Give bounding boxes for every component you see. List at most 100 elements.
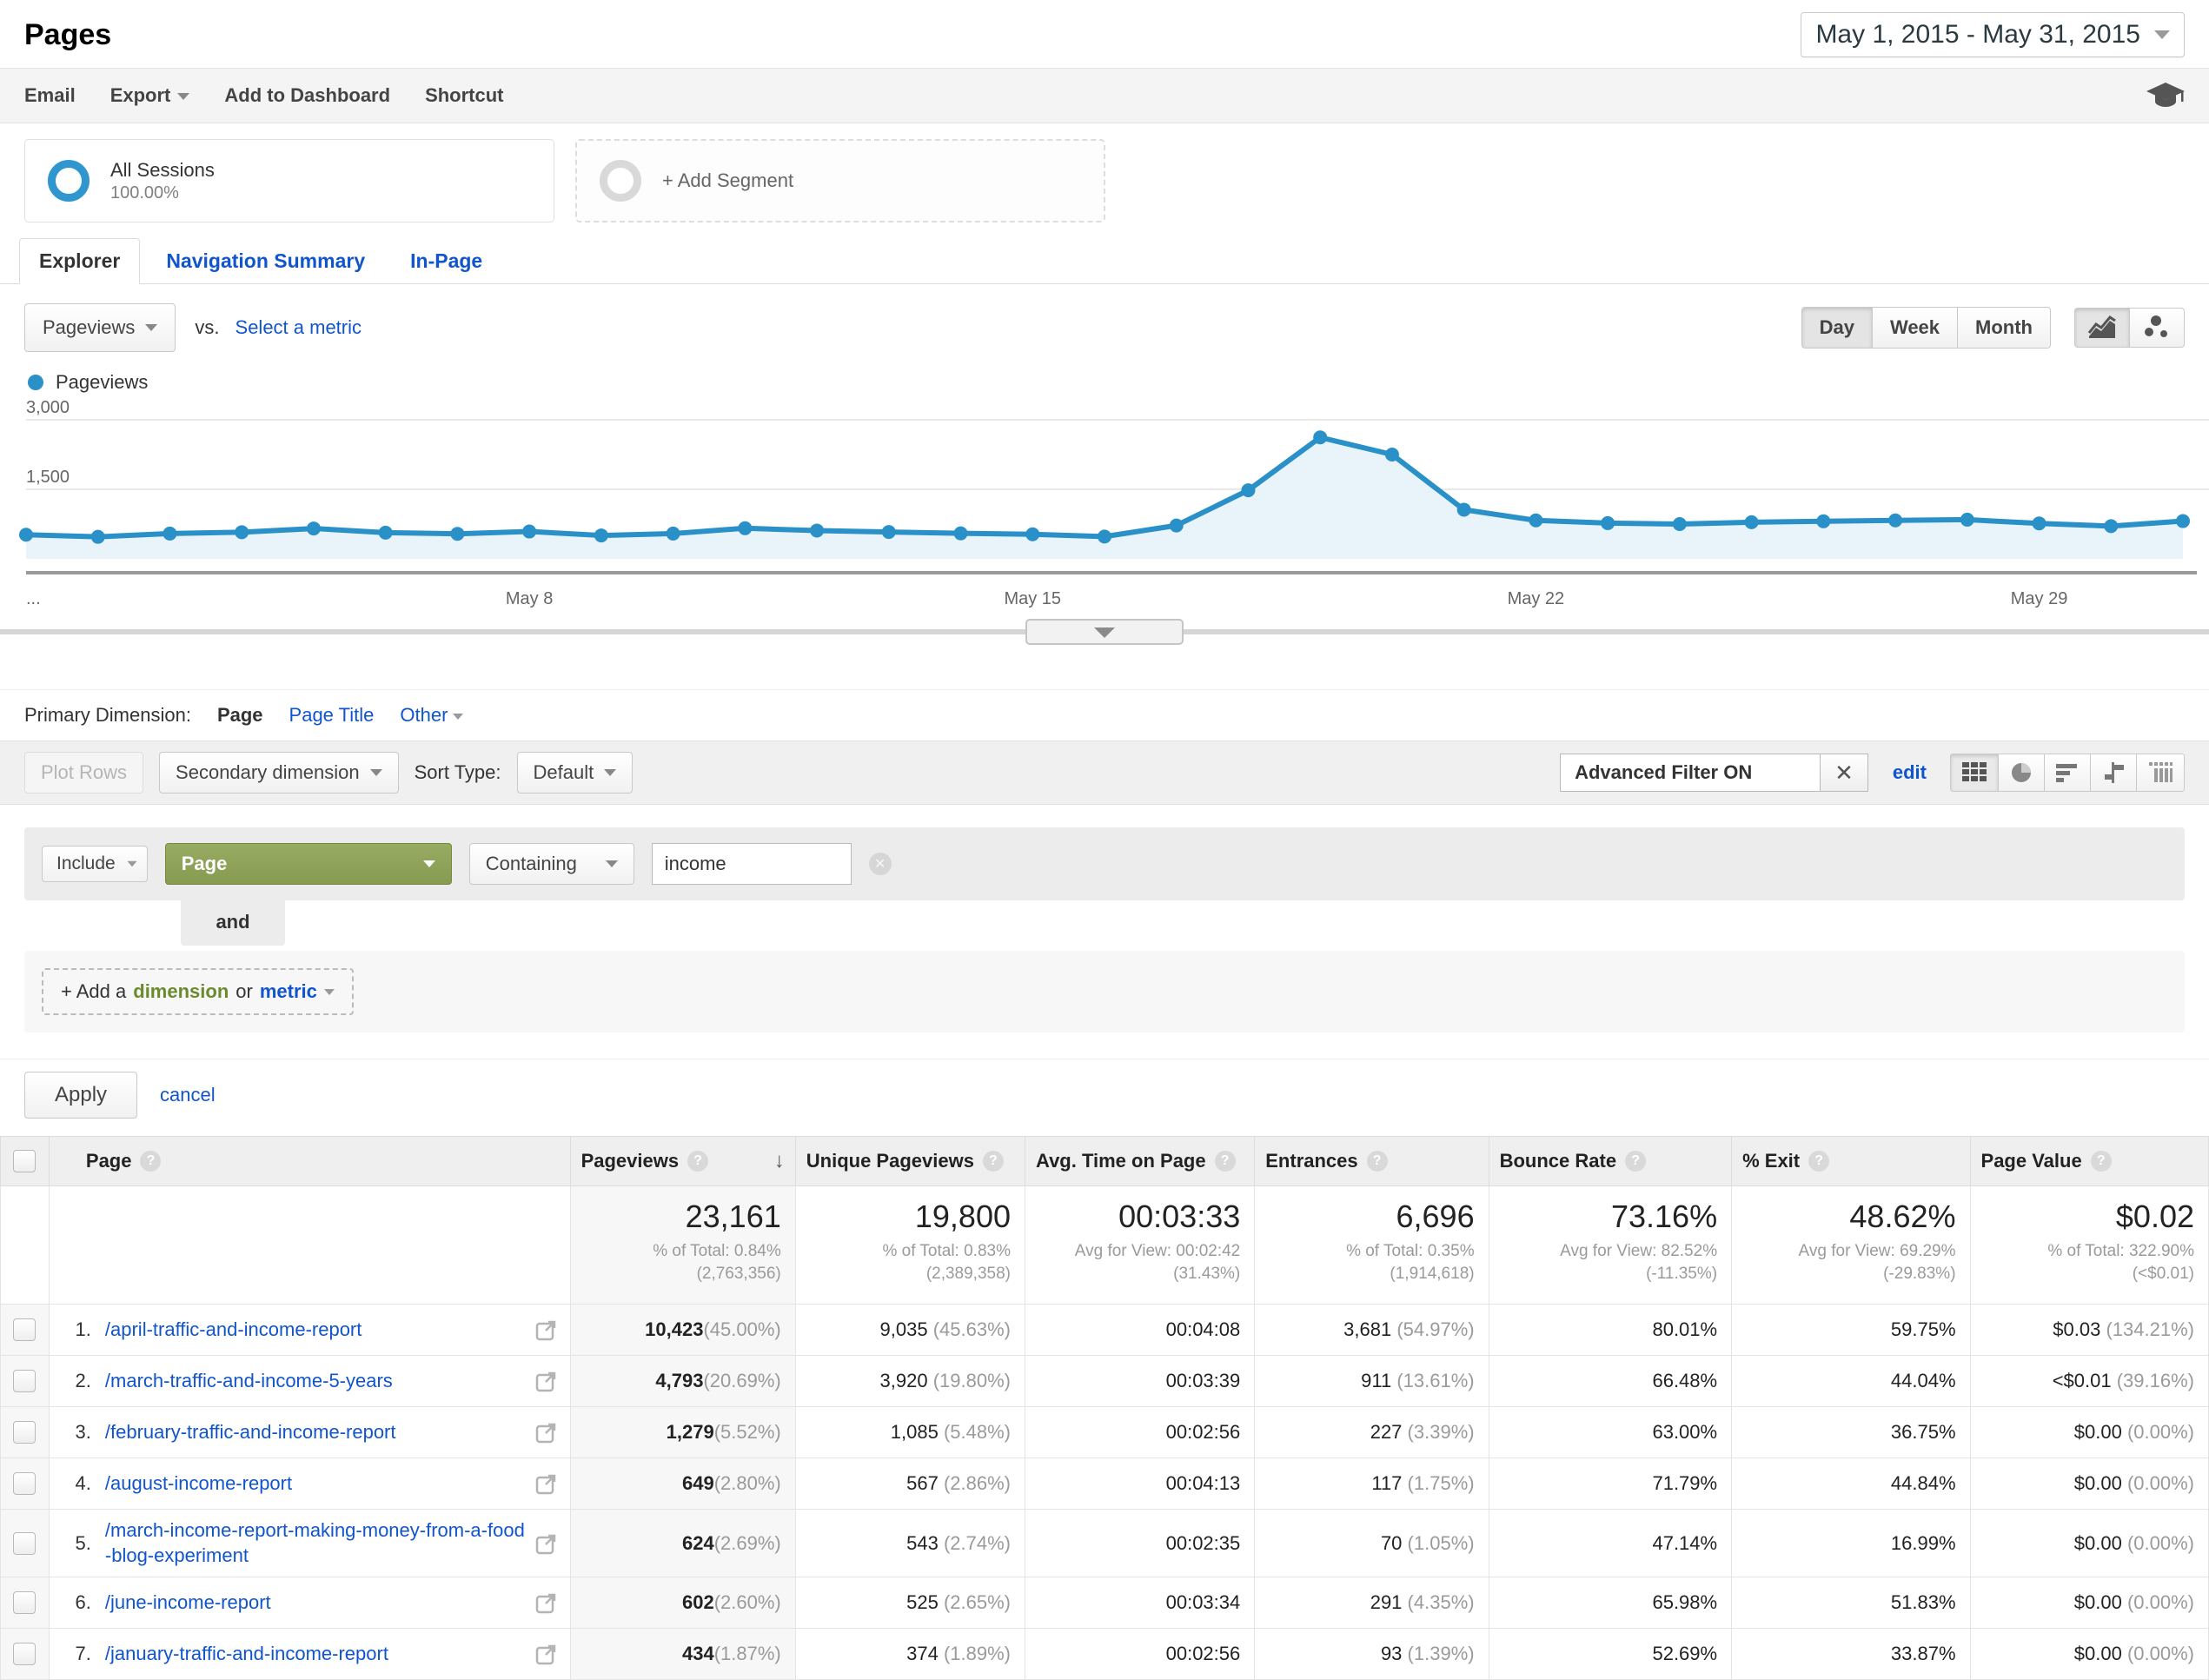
row-checkbox[interactable]: [13, 1643, 36, 1665]
metric-selector[interactable]: Pageviews: [24, 303, 176, 352]
open-page-external-icon[interactable]: [535, 1643, 558, 1665]
help-icon[interactable]: ?: [687, 1151, 708, 1172]
add-dimension-or-metric-button[interactable]: + Add a dimension or metric: [42, 968, 354, 1015]
help-icon[interactable]: ?: [983, 1151, 1004, 1172]
cell-bounce: 80.01%: [1489, 1305, 1732, 1356]
data-table-view-button[interactable]: [1950, 754, 1999, 792]
col-header-avg-time[interactable]: Avg. Time on Page?: [1025, 1137, 1255, 1186]
email-button[interactable]: Email: [24, 84, 76, 107]
open-page-external-icon[interactable]: [535, 1532, 558, 1555]
row-checkbox[interactable]: [13, 1318, 36, 1341]
select-metric-link[interactable]: Select a metric: [235, 316, 362, 339]
page-link[interactable]: /june-income-report: [105, 1590, 271, 1616]
edit-filter-link[interactable]: edit: [1893, 761, 1927, 784]
col-header-page[interactable]: Page?: [49, 1137, 570, 1186]
cell-bounce: 52.69%: [1489, 1629, 1732, 1680]
open-page-external-icon[interactable]: [535, 1370, 558, 1392]
secondary-dimension-selector[interactable]: Secondary dimension: [159, 752, 399, 794]
cell-exit: 16.99%: [1732, 1510, 1970, 1577]
tab-explorer[interactable]: Explorer: [19, 238, 140, 284]
col-header-exit[interactable]: % Exit?: [1732, 1137, 1970, 1186]
cell-unique: 374 (1.89%): [795, 1629, 1025, 1680]
tab-navigation-summary[interactable]: Navigation Summary: [147, 239, 384, 283]
granularity-day-button[interactable]: Day: [1801, 307, 1873, 349]
clear-condition-icon[interactable]: ✕: [869, 853, 892, 875]
svg-text:May 15: May 15: [1004, 589, 1061, 608]
page-link[interactable]: /january-traffic-and-income-report: [105, 1642, 388, 1667]
col-header-bounce-rate[interactable]: Bounce Rate?: [1489, 1137, 1732, 1186]
page-link[interactable]: /february-traffic-and-income-report: [105, 1420, 396, 1445]
add-segment-button[interactable]: + Add Segment: [575, 139, 1105, 222]
table-row: 4. /august-income-report 649(2.80%) 567 …: [1, 1458, 2209, 1510]
shortcut-button[interactable]: Shortcut: [425, 84, 503, 107]
pivot-view-button[interactable]: [2136, 754, 2185, 792]
percentage-view-button[interactable]: [1998, 754, 2045, 792]
cell-exit: 51.83%: [1732, 1577, 1970, 1629]
filter-dimension-selector[interactable]: Page: [165, 843, 452, 885]
table-header-row: Page? Pageviews?↓ Unique Pageviews? Avg.…: [1, 1137, 2209, 1186]
col-header-pageviews[interactable]: Pageviews?↓: [570, 1137, 795, 1186]
row-checkbox[interactable]: [13, 1421, 36, 1444]
page-link[interactable]: /august-income-report: [105, 1471, 292, 1497]
filter-actions: Apply cancel: [0, 1059, 2209, 1136]
page-link[interactable]: /april-traffic-and-income-report: [105, 1318, 362, 1343]
row-checkbox[interactable]: [13, 1370, 36, 1392]
col-header-page-value[interactable]: Page Value?: [1970, 1137, 2208, 1186]
open-page-external-icon[interactable]: [535, 1591, 558, 1614]
apply-button[interactable]: Apply: [24, 1072, 137, 1119]
legend-label: Pageviews: [56, 371, 148, 394]
line-chart-toggle-button[interactable]: [2074, 308, 2130, 348]
open-page-external-icon[interactable]: [535, 1318, 558, 1341]
help-icon[interactable]: ?: [1215, 1151, 1236, 1172]
table-grid-icon: [1961, 761, 1987, 784]
open-page-external-icon[interactable]: [535, 1421, 558, 1444]
dimension-page-title-link[interactable]: Page Title: [289, 704, 375, 727]
page-link[interactable]: /march-income-report-making-money-from-a…: [105, 1518, 530, 1568]
summary-avg-time: 00:03:33Avg for View: 00:02:42 (31.43%): [1025, 1186, 1255, 1305]
comparison-view-button[interactable]: [2090, 754, 2137, 792]
filter-value-input[interactable]: [652, 843, 852, 885]
pageviews-chart-svg[interactable]: 1,5003,000...May 8May 15May 22May 29: [0, 397, 2209, 684]
help-icon[interactable]: ?: [140, 1151, 161, 1172]
col-header-unique-pageviews[interactable]: Unique Pageviews?: [795, 1137, 1025, 1186]
col-header-entrances[interactable]: Entrances?: [1255, 1137, 1489, 1186]
dimension-page[interactable]: Page: [217, 704, 263, 727]
chevron-down-icon: [177, 93, 189, 100]
plot-rows-button[interactable]: Plot Rows: [24, 752, 143, 794]
date-range-selector[interactable]: May 1, 2015 - May 31, 2015: [1801, 12, 2185, 57]
performance-view-button[interactable]: [2044, 754, 2091, 792]
segment-all-sessions[interactable]: All Sessions 100.00%: [24, 139, 554, 222]
tab-in-page[interactable]: In-Page: [391, 239, 501, 283]
page-link[interactable]: /march-traffic-and-income-5-years: [105, 1369, 393, 1394]
sort-type-selector[interactable]: Default: [517, 752, 634, 794]
cell-unique: 3,920 (19.80%): [795, 1356, 1025, 1407]
row-checkbox[interactable]: [13, 1591, 36, 1614]
svg-text:May 22: May 22: [1508, 589, 1565, 608]
summary-page-value: $0.02% of Total: 322.90% (<$0.01): [1970, 1186, 2208, 1305]
help-icon[interactable]: ?: [1625, 1151, 1646, 1172]
summary-exit: 48.62%Avg for View: 69.29% (-29.83%): [1732, 1186, 1970, 1305]
granularity-week-button[interactable]: Week: [1872, 307, 1958, 349]
open-page-external-icon[interactable]: [535, 1472, 558, 1495]
dimension-other-menu[interactable]: Other: [400, 704, 463, 727]
select-all-checkbox[interactable]: [13, 1150, 36, 1172]
match-type-selector[interactable]: Containing: [469, 843, 634, 885]
motion-chart-toggle-button[interactable]: [2129, 308, 2185, 348]
help-icon[interactable]: ?: [1367, 1151, 1388, 1172]
add-to-dashboard-button[interactable]: Add to Dashboard: [224, 84, 390, 107]
help-icon[interactable]: ?: [1808, 1151, 1829, 1172]
cancel-link[interactable]: cancel: [160, 1084, 216, 1106]
row-checkbox[interactable]: [13, 1472, 36, 1495]
granularity-month-button[interactable]: Month: [1957, 307, 2051, 349]
timeseries-chart[interactable]: 1,5003,000...May 8May 15May 22May 29: [0, 397, 2209, 689]
remove-filter-button[interactable]: ✕: [1821, 754, 1868, 792]
help-icon[interactable]: ?: [2091, 1151, 2112, 1172]
cell-exit: 33.87%: [1732, 1629, 1970, 1680]
education-cap-icon[interactable]: [2146, 81, 2185, 110]
include-exclude-selector[interactable]: Include: [42, 846, 148, 882]
chevron-down-icon: [145, 324, 157, 331]
svg-text:3,000: 3,000: [26, 398, 70, 417]
line-chart-icon: [2087, 315, 2117, 340]
export-menu[interactable]: Export: [110, 84, 190, 107]
row-checkbox[interactable]: [13, 1532, 36, 1555]
